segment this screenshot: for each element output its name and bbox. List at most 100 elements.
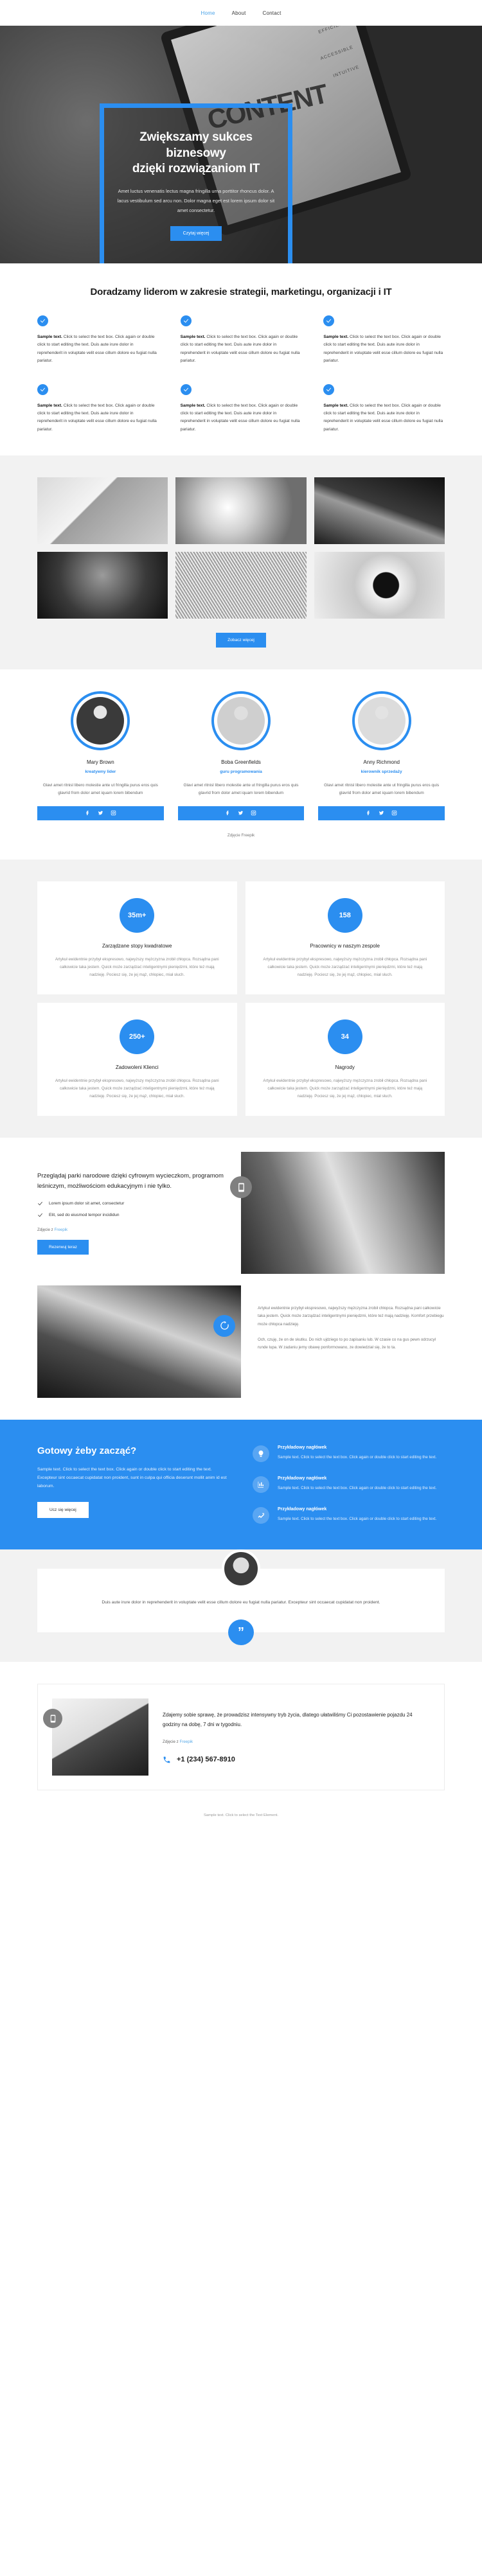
member-name: Boba Greenfields: [221, 759, 261, 765]
nav-item-home[interactable]: Home: [201, 10, 215, 16]
feature-strong: Sample text.: [37, 403, 62, 409]
contact-photo-credit: Zdjęcie z Freepik: [163, 1740, 430, 1744]
gallery-grid: [37, 551, 445, 619]
credit-link[interactable]: Freepik: [179, 1740, 193, 1744]
feature-item: Sample text. Click to select the text bo…: [180, 315, 302, 365]
social-links[interactable]: [318, 806, 445, 820]
avatar-ring: [71, 691, 130, 750]
cta-list-item: Przykładowy nagłówek Sample text. Click …: [253, 1476, 445, 1493]
phone-row[interactable]: +1 (234) 567-8910: [163, 1756, 430, 1764]
feature-item: Sample text. Click to select the text bo…: [37, 384, 159, 434]
check-circle-icon: [37, 315, 48, 327]
gallery-see-more-button[interactable]: Zobacz więcej: [216, 632, 266, 648]
gallery-image[interactable]: [175, 551, 307, 619]
feature-text: Sample text. Click to select the text bo…: [181, 333, 302, 365]
features-section: Doradzamy liderom w zakresie strategii, …: [0, 263, 482, 455]
feature-text: Sample text. Click to select the text bo…: [323, 402, 445, 434]
bulb-icon: [253, 1445, 269, 1462]
split-section-one: Przeglądaj parki narodowe dzięki cyfrowy…: [0, 1138, 482, 1274]
refresh-icon-badge: [213, 1314, 235, 1337]
gallery-image[interactable]: [37, 477, 168, 544]
cta-learn-more-button[interactable]: Ucz się więcej: [37, 1502, 89, 1519]
quote-avatar: [222, 1549, 260, 1588]
feature-text: Sample text. Click to select the text bo…: [37, 333, 159, 365]
social-links[interactable]: [37, 806, 164, 820]
stat-title: Nagrody: [335, 1064, 355, 1071]
twitter-icon[interactable]: [238, 810, 244, 816]
facebook-icon[interactable]: [366, 810, 371, 816]
gallery-image[interactable]: [314, 551, 445, 619]
stat-description: Artykuł ewidentnie przybył ekspresowo, n…: [55, 1079, 219, 1099]
cta-heading: Gotowy żeby zacząć?: [37, 1445, 137, 1456]
cta-item-title: Przykładowy nagłówek: [278, 1445, 327, 1450]
stat-bubble: 34: [327, 1019, 362, 1055]
landing-page: Home About Contact CONTENT EFFICIENT ACC…: [0, 0, 482, 1834]
instagram-icon[interactable]: [251, 810, 256, 816]
social-links[interactable]: [177, 806, 305, 820]
nav-item-about[interactable]: About: [232, 10, 246, 16]
stat-bubble: 250+: [120, 1019, 155, 1055]
cta-item-title: Przykładowy nagłówek: [278, 1476, 327, 1481]
feature-strong: Sample text.: [180, 403, 206, 409]
contact-section: Zdajemy sobie sprawę, że prowadzisz inte…: [0, 1662, 482, 1803]
check-circle-icon: [180, 384, 192, 396]
cta-item-text: Sample text. Click to select the text bo…: [278, 1516, 437, 1521]
stat-card: 250+ Zadowoleni Klienci Artykuł ewidentn…: [37, 1003, 237, 1116]
stats-grid: 35m+ Zarządzane stopy kwadratowe Artykuł…: [37, 881, 445, 1116]
feature-item: Sample text. Click to select the text bo…: [323, 315, 445, 365]
hero-read-more-button[interactable]: Czytaj więcej: [170, 225, 222, 241]
hero-title: Zwiększamy sukces biznesowy dzięki rozwi…: [132, 130, 260, 177]
stat-description: Artykuł ewidentnie przybył ekspresowo, n…: [55, 957, 219, 977]
mobile-icon-badge: [43, 1709, 62, 1729]
cta-list-item: Przykładowy nagłówek Sample text. Click …: [253, 1506, 445, 1524]
split-text-block: Artykuł ewidentnie przybył ekspresowo, n…: [213, 1285, 445, 1398]
team-section: Mary Brown kreatywny lider Glavi amet ri…: [0, 669, 482, 860]
hero-keyword-accessible: ACCESSIBLE: [319, 45, 354, 62]
twitter-icon[interactable]: [98, 810, 103, 816]
check-circle-icon: [323, 384, 335, 396]
hero-title-line-3: dzięki rozwiązaniom IT: [132, 162, 260, 176]
hero-section: CONTENT EFFICIENT ACCESSIBLE INTUITIVE Z…: [0, 26, 482, 263]
avatar: [217, 696, 265, 745]
instagram-icon[interactable]: [391, 810, 397, 816]
gallery-image[interactable]: [314, 477, 445, 544]
gallery-grid: [37, 477, 445, 544]
split-paragraph-two: Och, czuję, że on de skutku. Do nich ujd…: [258, 1337, 436, 1350]
feature-item: Sample text. Click to select the text bo…: [323, 384, 445, 434]
book-now-button[interactable]: Rezerwuj teraz: [37, 1239, 89, 1255]
nav-item-contact[interactable]: Contact: [263, 10, 281, 16]
twitter-icon[interactable]: [379, 810, 384, 816]
instagram-icon[interactable]: [111, 810, 116, 816]
member-description: Glavi amet ritnisl libero molestie ante …: [324, 782, 440, 796]
gallery-image[interactable]: [175, 477, 307, 544]
checklist-item: Elit, sed do eiusmod tempor incididun: [37, 1212, 224, 1218]
mobile-icon: [238, 1183, 244, 1192]
cta-right: Przykładowy nagłówek Sample text. Click …: [253, 1445, 445, 1524]
gallery-image[interactable]: [37, 551, 168, 619]
phone-number[interactable]: +1 (234) 567-8910: [177, 1756, 235, 1763]
quote-section: Duis aute irure dolor in reprehenderit i…: [0, 1549, 482, 1663]
cta-item-title: Przykładowy nagłówek: [278, 1506, 327, 1512]
feature-strong: Sample text.: [323, 403, 349, 409]
hero-title-line-2: biznesowy: [166, 146, 226, 160]
member-role: kreatywny lider: [85, 769, 116, 774]
hero-subtitle: Amet luctus venenatis lectus magna fring…: [117, 188, 275, 214]
refresh-icon: [220, 1321, 229, 1330]
facebook-icon[interactable]: [225, 810, 231, 816]
split-row: Przeglądaj parki narodowe dzięki cyfrowy…: [37, 1152, 445, 1274]
stat-description: Artykuł ewidentnie przybył ekspresowo, n…: [263, 957, 427, 977]
main-navigation: Home About Contact: [0, 0, 482, 26]
phone-icon: [163, 1756, 170, 1763]
credit-link[interactable]: Freepik: [54, 1228, 67, 1232]
feature-item: Sample text. Click to select the text bo…: [37, 315, 159, 365]
cta-item-text: Sample text. Click to select the text bo…: [278, 1454, 437, 1460]
stats-section: 35m+ Zarządzane stopy kwadratowe Artykuł…: [0, 859, 482, 1138]
checklist-item: Lorem ipsum dolor sit amet, consectetur: [37, 1201, 224, 1206]
contact-text: Zdajemy sobie sprawę, że prowadzisz inte…: [163, 1712, 413, 1727]
contact-body: Zdajemy sobie sprawę, że prowadzisz inte…: [163, 1711, 430, 1764]
checklist-label: Elit, sed do eiusmod tempor incididun: [49, 1212, 120, 1217]
feature-strong: Sample text.: [180, 335, 206, 340]
facebook-icon[interactable]: [85, 810, 91, 816]
check-circle-icon: [37, 384, 48, 396]
feature-text: Sample text. Click to select the text bo…: [37, 402, 159, 434]
